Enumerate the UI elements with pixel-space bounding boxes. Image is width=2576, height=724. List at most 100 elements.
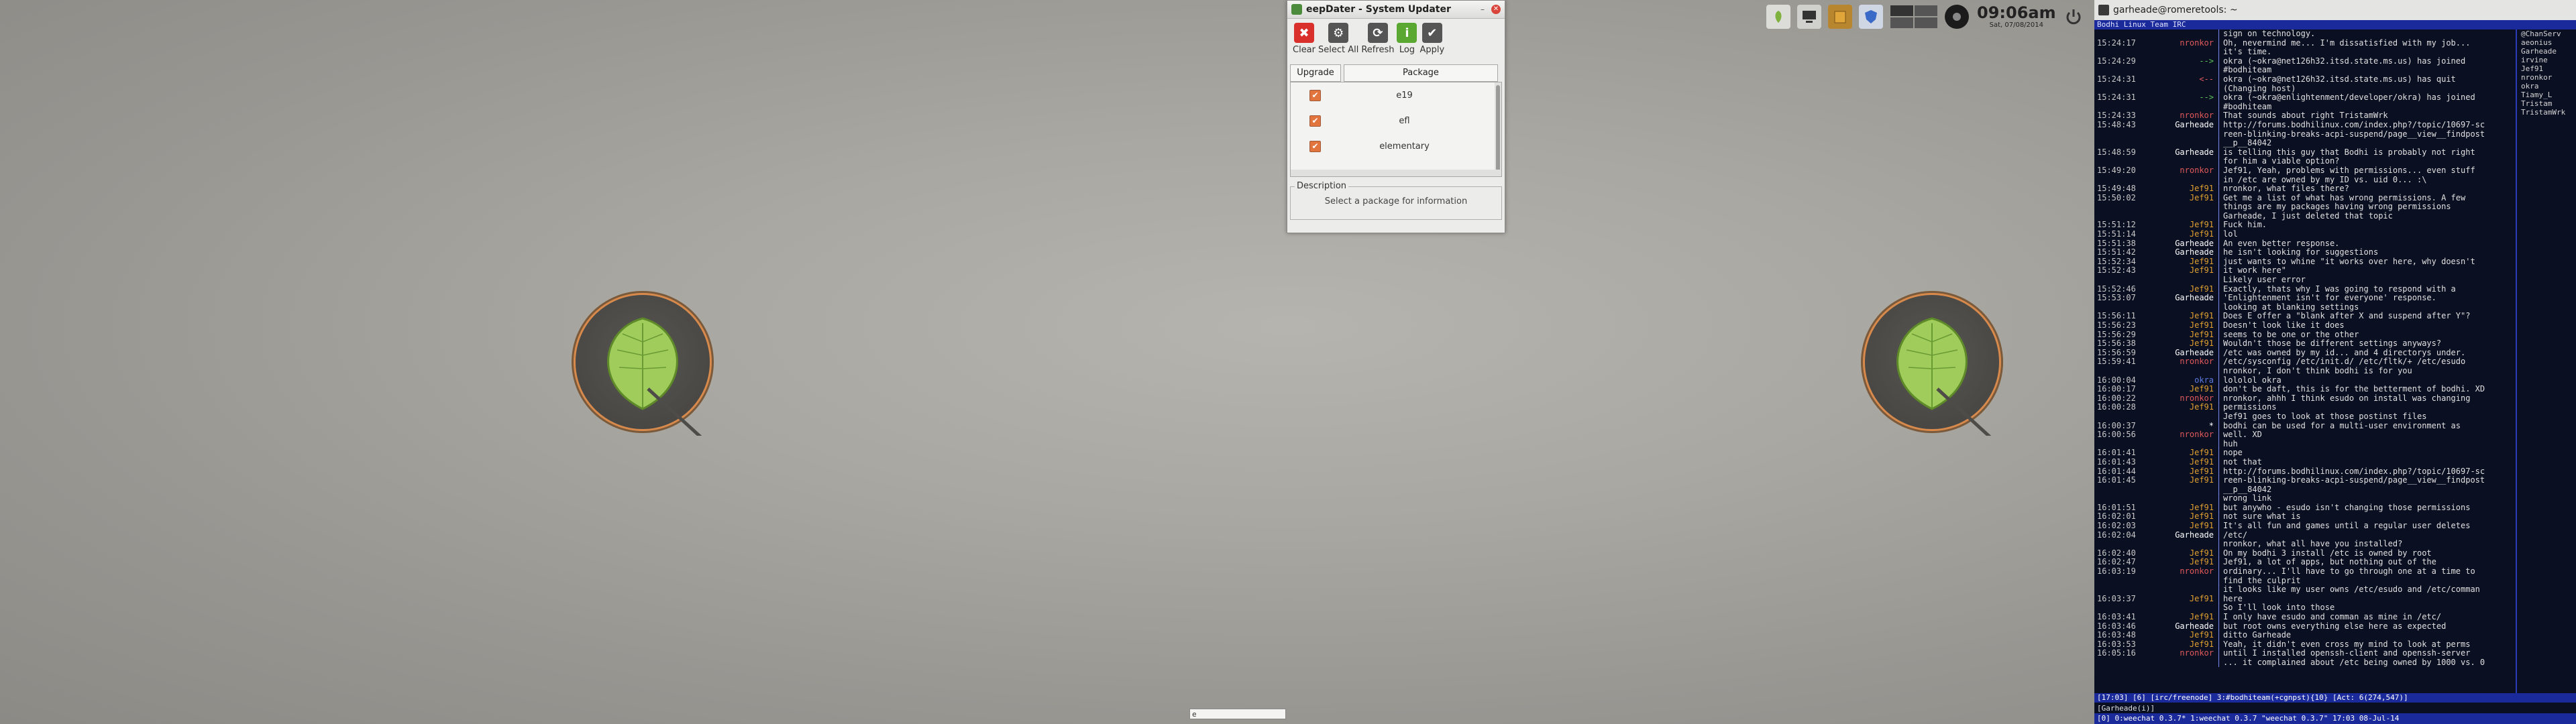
chat-message: bodhi can be used for a multi-user envir…	[2223, 421, 2461, 430]
tab-package[interactable]: Package	[1344, 64, 1498, 82]
package-icon[interactable]	[1828, 5, 1852, 29]
chat-message: 'Enlightenment isn't for everyone' respo…	[2223, 294, 2436, 303]
updater-titlebar[interactable]: eepDater - System Updater – ✕	[1287, 1, 1505, 19]
chat-nick: Garheade	[2175, 147, 2214, 157]
chat-message: Oh, nevermind me... I'm dissatisfied wit…	[2223, 38, 2471, 48]
chat-nick	[2136, 84, 2216, 94]
chat-timestamp: 16:03:48	[2097, 630, 2136, 640]
close-icon[interactable]: ✕	[1491, 5, 1501, 14]
chat-separator: │	[2216, 339, 2222, 349]
chat-nick: Garheade	[2175, 347, 2214, 357]
apply-button[interactable]: ✔ Apply	[1419, 23, 1444, 60]
nick-list-item[interactable]: nronkor	[2521, 73, 2576, 82]
nick-list-item[interactable]: irvine	[2521, 56, 2576, 64]
chat-message: okra (~okra@net126h32.itsd.state.ms.us) …	[2223, 56, 2466, 66]
chat-timestamp: 16:03:41	[2097, 612, 2136, 621]
nick-list-item[interactable]: Tristam	[2521, 99, 2576, 108]
clear-button[interactable]: ✖ Clear	[1293, 23, 1316, 60]
chat-line: 15:51:42 Garheade │ he isn't looking for su…	[2094, 248, 2516, 257]
nick-list-item[interactable]: Jef91	[2521, 64, 2576, 73]
chat-message: not that	[2223, 457, 2262, 467]
tab-upgrade[interactable]: Upgrade	[1290, 64, 1341, 82]
chat-nick: Garheade	[2175, 238, 2214, 248]
chat-line: 15:24:31 <-- │ okra (~okra@net126h32.itsd.s…	[2094, 74, 2516, 84]
package-row[interactable]: ✔ e19	[1291, 82, 1501, 108]
chat-line: 16:01:41 Jef91 │ nope	[2094, 448, 2516, 458]
select-all-button[interactable]: ⚙ Select All	[1318, 23, 1358, 60]
terminal-titlebar[interactable]: garheade@romeretools: ~	[2094, 0, 2576, 20]
chat-timestamp: 16:00:56	[2097, 430, 2136, 440]
chat-timestamp: 16:00:04	[2097, 375, 2136, 385]
chat-log[interactable]: │ sign on technology. 15:24:17 nronkor │ Oh, …	[2094, 29, 2516, 700]
chat-line: │ sign on technology.	[2094, 29, 2516, 39]
chat-nick: nronkor	[2180, 111, 2214, 121]
chat-message: find the culprit	[2223, 576, 2301, 585]
horizontal-scrollbar[interactable]	[1291, 170, 1501, 176]
minimize-icon[interactable]: –	[1478, 5, 1487, 14]
chat-line: 16:02:04 Garheade │/etc/	[2094, 530, 2516, 540]
chat-line: 16:01:43 Jef91 │ not that	[2094, 457, 2516, 467]
vertical-scrollbar[interactable]	[1495, 82, 1501, 176]
chat-timestamp: 15:56:38	[2097, 339, 2136, 349]
chat-separator: │	[2216, 457, 2222, 467]
package-checkbox[interactable]: ✔	[1309, 115, 1321, 127]
chat-message: Wouldn't those be different settings any…	[2223, 339, 2442, 349]
nick-list-item[interactable]: aeonius	[2521, 38, 2576, 47]
chat-timestamp	[2094, 577, 2136, 586]
chat-nick	[2136, 585, 2216, 595]
clock[interactable]: 09:06am Sat, 07/08/2014	[1977, 4, 2056, 29]
toolbar-label: Apply	[1419, 45, 1445, 55]
nick-list[interactable]: @ChanServ aeonius Garheade irvine Jef91 nronk…	[2516, 29, 2576, 700]
chat-line: 16:00:04 okra │ lololol okra	[2094, 375, 2516, 385]
nick-list-item[interactable]: @ChanServ	[2521, 29, 2576, 38]
chat-separator: │	[2216, 229, 2222, 239]
chat-separator: │	[2216, 156, 2222, 166]
description-frame: Description Select a package for informa…	[1290, 181, 1502, 220]
chat-line: 16:03:48 Jef91 │ ditto Garheade	[2094, 631, 2516, 640]
chat-timestamp	[2094, 485, 2136, 495]
chat-message: nronkor, I don't think bodhi is for you	[2223, 366, 2412, 375]
refresh-button[interactable]: ⟳ Refresh	[1361, 23, 1394, 60]
nick-list-item[interactable]: TristamWrk	[2521, 108, 2576, 117]
package-checkbox[interactable]: ✔	[1309, 140, 1321, 152]
chat-nick	[2136, 367, 2216, 376]
chat-input[interactable]: [Garheade(i)]	[2094, 704, 2576, 713]
chat-nick: Jef91	[2189, 192, 2214, 202]
chat-timestamp	[2094, 658, 2136, 668]
chat-message: don't be daft, this is for the bettermen…	[2223, 385, 2485, 394]
chat-message: Jef91 goes to look at those postinst fil…	[2223, 412, 2427, 421]
chat-nick	[2136, 157, 2216, 166]
desktop-entry[interactable]: e	[1189, 709, 1286, 719]
package-row[interactable]: ✔ efl	[1291, 108, 1501, 133]
chat-message: Yeah, it didn't even cross my mind to lo…	[2223, 640, 2471, 649]
nick-list-item[interactable]: Tiamy_L	[2521, 90, 2576, 99]
chat-nick	[2136, 303, 2216, 312]
chat-message: __p__84042	[2223, 139, 2272, 148]
log-button[interactable]: i Log	[1397, 23, 1417, 60]
chat-separator: │	[2216, 202, 2222, 212]
chat-timestamp: 15:49:48	[2097, 184, 2136, 194]
clock-time: 09:06am	[1977, 3, 2056, 22]
chat-timestamp: 16:00:28	[2097, 402, 2136, 412]
chat-timestamp: 16:03:37	[2097, 593, 2136, 603]
chat-nick: Jef91	[2189, 284, 2214, 294]
desktop-logo-left	[576, 295, 710, 436]
workspace-pager-icon[interactable]	[1890, 5, 1938, 29]
description-legend: Description	[1295, 181, 1349, 191]
chat-line: │ in /etc are owned by my ID vs. uid 0...…	[2094, 175, 2516, 185]
computer-icon[interactable]	[1797, 5, 1821, 29]
package-name: efl	[1399, 115, 1410, 126]
chat-nick	[2136, 48, 2216, 57]
chat-separator: │	[2216, 648, 2222, 658]
package-row[interactable]: ✔ elementary	[1291, 133, 1501, 159]
volume-icon[interactable]	[1945, 5, 1969, 29]
shield-icon[interactable]	[1859, 5, 1883, 29]
nick-list-item[interactable]: okra	[2521, 82, 2576, 90]
chat-line: │ it's time.	[2094, 48, 2516, 57]
chat-nick	[2136, 440, 2216, 449]
nick-list-item[interactable]: Garheade	[2521, 47, 2576, 56]
chat-line: 15:56:11 Jef91 │ Does E offer a "blank afte…	[2094, 312, 2516, 321]
package-checkbox[interactable]: ✔	[1309, 89, 1321, 101]
leaf-icon[interactable]	[1766, 5, 1790, 29]
power-icon[interactable]	[2061, 5, 2086, 29]
